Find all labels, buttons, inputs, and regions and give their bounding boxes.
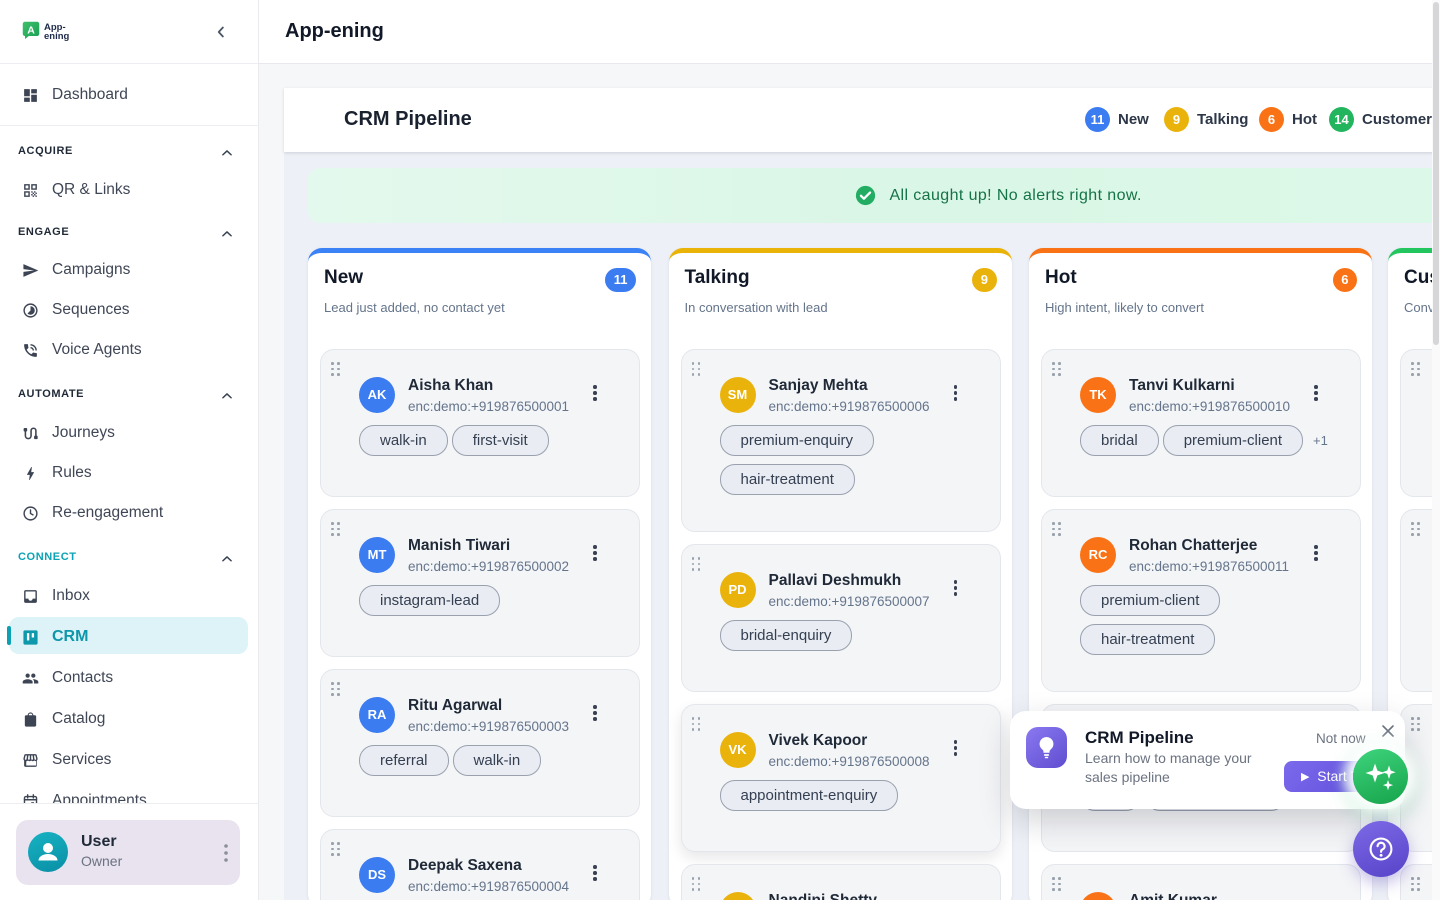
svg-text:A: A [27, 24, 35, 36]
